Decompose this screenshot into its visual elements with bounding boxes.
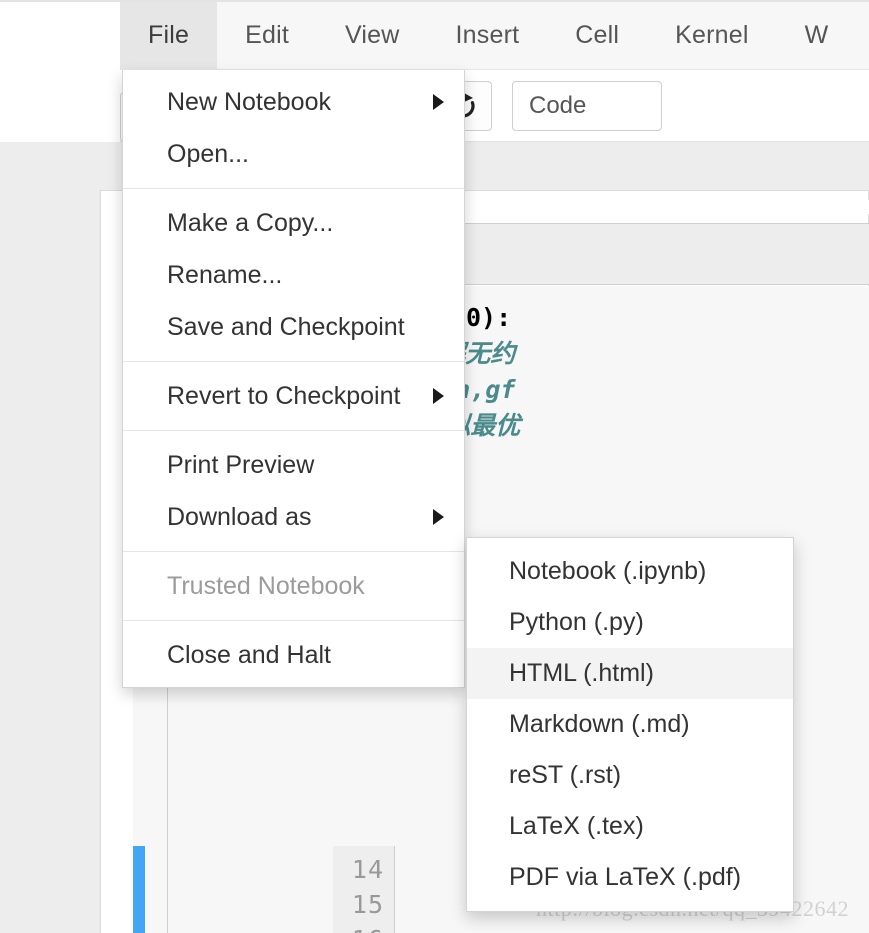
line-number: 16 — [333, 922, 384, 933]
download-item-python[interactable]: Python (.py) — [467, 597, 793, 648]
file-menu-dropdown: New Notebook Open... Make a Copy... Rena… — [122, 70, 465, 688]
chevron-right-icon — [433, 509, 444, 525]
menu-item-label: Rename... — [167, 260, 283, 289]
download-item-label: Python (.py) — [509, 608, 644, 636]
chevron-right-icon — [433, 94, 444, 110]
menu-divider — [123, 620, 464, 621]
menu-item-label: Make a Copy... — [167, 208, 334, 237]
download-item-markdown[interactable]: Markdown (.md) — [467, 699, 793, 750]
line-number: 15 — [351, 890, 384, 919]
download-item-label: reST (.rst) — [509, 761, 622, 789]
menu-item-new-notebook[interactable]: New Notebook — [123, 76, 464, 128]
menu-item-make-a-copy[interactable]: Make a Copy... — [123, 197, 464, 249]
menu-kernel[interactable]: Kernel — [647, 2, 776, 69]
selected-cell-indicator — [133, 846, 145, 933]
menu-cell[interactable]: Cell — [547, 2, 647, 69]
menu-file[interactable]: File — [120, 2, 218, 69]
menu-item-label: Close and Halt — [167, 640, 331, 669]
menu-item-label: Open... — [167, 139, 249, 168]
menu-item-label: Revert to Checkpoint — [167, 381, 401, 410]
menu-item-label: Trusted Notebook — [167, 571, 365, 600]
download-item-label: HTML (.html) — [509, 659, 654, 687]
menu-item-save-and-checkpoint[interactable]: Save and Checkpoint — [123, 301, 464, 353]
download-item-rest[interactable]: reST (.rst) — [467, 750, 793, 801]
menu-edit[interactable]: Edit — [217, 2, 317, 69]
jupyter-notebook-screen: dfp(fun,gfun,hess,x0): #功能：用DFP族算法求解无约 #… — [0, 0, 869, 933]
menu-item-label: Print Preview — [167, 450, 315, 479]
download-as-submenu: Notebook (.ipynb) Python (.py) HTML (.ht… — [466, 537, 794, 912]
menu-item-label: Download as — [167, 502, 312, 531]
menu-item-close-and-halt[interactable]: Close and Halt — [123, 629, 464, 681]
menu-item-revert-to-checkpoint[interactable]: Revert to Checkpoint — [123, 370, 464, 422]
download-item-notebook[interactable]: Notebook (.ipynb) — [467, 546, 793, 597]
menu-widgets[interactable]: W — [777, 2, 857, 69]
menu-item-label: Save and Checkpoint — [167, 312, 405, 341]
download-item-label: Notebook (.ipynb) — [509, 557, 707, 585]
cell-type-select[interactable]: Code — [512, 81, 662, 131]
menu-item-label: New Notebook — [167, 87, 331, 116]
download-item-label: LaTeX (.tex) — [509, 812, 644, 840]
menu-item-open[interactable]: Open... — [123, 128, 464, 180]
menu-item-rename[interactable]: Rename... — [123, 249, 464, 301]
download-item-html[interactable]: HTML (.html) — [467, 648, 793, 699]
download-item-pdf[interactable]: PDF via LaTeX (.pdf) — [467, 852, 793, 903]
menu-divider — [123, 361, 464, 362]
download-item-label: Markdown (.md) — [509, 710, 690, 738]
menu-divider — [123, 188, 464, 189]
download-item-latex[interactable]: LaTeX (.tex) — [467, 801, 793, 852]
menu-view[interactable]: View — [317, 2, 428, 69]
line-number-gutter: 14 15 16 17 18 — [333, 846, 395, 933]
menu-divider — [123, 551, 464, 552]
download-item-label: PDF via LaTeX (.pdf) — [509, 863, 742, 891]
menu-item-download-as[interactable]: Download as — [123, 491, 464, 543]
line-number: 14 — [351, 855, 384, 884]
menu-item-print-preview[interactable]: Print Preview — [123, 439, 464, 491]
menu-item-trusted-notebook: Trusted Notebook — [123, 560, 464, 612]
menu-insert[interactable]: Insert — [428, 2, 548, 69]
menu-bar: File Edit View Insert Cell Kernel W — [120, 2, 869, 70]
chevron-right-icon — [433, 388, 444, 404]
menu-divider — [123, 430, 464, 431]
cell-type-value: Code — [529, 92, 587, 119]
